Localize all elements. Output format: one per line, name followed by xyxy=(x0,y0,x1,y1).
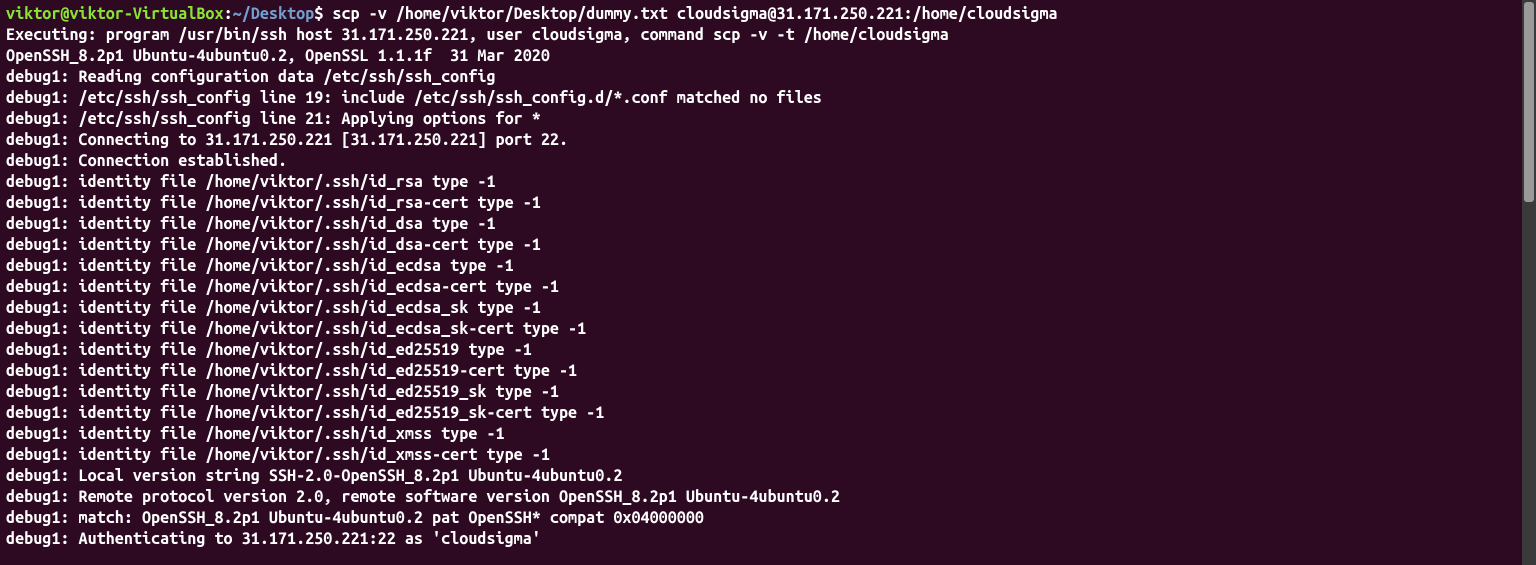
terminal-line: debug1: /etc/ssh/ssh_config line 21: App… xyxy=(6,110,541,128)
terminal-line: debug1: Connection established. xyxy=(6,152,287,170)
terminal-line: debug1: identity file /home/viktor/.ssh/… xyxy=(6,299,541,317)
prompt-line: viktor@viktor-VirtualBox:~/Desktop$ scp … xyxy=(6,5,1058,23)
prompt-colon: : xyxy=(224,5,233,23)
prompt-user-host: viktor@viktor-VirtualBox xyxy=(6,5,224,23)
terminal-line: debug1: Local version string SSH-2.0-Ope… xyxy=(6,467,622,485)
scrollbar-thumb[interactable] xyxy=(1524,2,1534,202)
terminal-line: OpenSSH_8.2p1 Ubuntu-4ubuntu0.2, OpenSSL… xyxy=(6,47,550,65)
terminal-line: debug1: identity file /home/viktor/.ssh/… xyxy=(6,320,586,338)
command-text: scp -v /home/viktor/Desktop/dummy.txt cl… xyxy=(323,5,1057,23)
terminal-line: debug1: identity file /home/viktor/.ssh/… xyxy=(6,425,505,443)
terminal-line: debug1: identity file /home/viktor/.ssh/… xyxy=(6,383,559,401)
terminal-line: debug1: identity file /home/viktor/.ssh/… xyxy=(6,236,541,254)
terminal-line: debug1: match: OpenSSH_8.2p1 Ubuntu-4ubu… xyxy=(6,509,704,527)
terminal-line: debug1: identity file /home/viktor/.ssh/… xyxy=(6,173,496,191)
terminal-line: debug1: Reading configuration data /etc/… xyxy=(6,68,496,86)
terminal-line: debug1: Authenticating to 31.171.250.221… xyxy=(6,530,541,548)
prompt-path: ~/Desktop xyxy=(233,5,315,23)
terminal-line: debug1: identity file /home/viktor/.ssh/… xyxy=(6,257,514,275)
terminal-line: debug1: identity file /home/viktor/.ssh/… xyxy=(6,215,496,233)
terminal-line: debug1: identity file /home/viktor/.ssh/… xyxy=(6,446,550,464)
terminal-line: debug1: Connecting to 31.171.250.221 [31… xyxy=(6,131,568,149)
prompt-dollar: $ xyxy=(314,5,323,23)
terminal-output[interactable]: viktor@viktor-VirtualBox:~/Desktop$ scp … xyxy=(0,0,1522,565)
terminal-line: debug1: Remote protocol version 2.0, rem… xyxy=(6,488,840,506)
terminal-line: Executing: program /usr/bin/ssh host 31.… xyxy=(6,26,949,44)
terminal-line: debug1: identity file /home/viktor/.ssh/… xyxy=(6,341,532,359)
scrollbar-track[interactable] xyxy=(1522,0,1536,565)
terminal-line: debug1: /etc/ssh/ssh_config line 19: inc… xyxy=(6,89,822,107)
terminal-line: debug1: identity file /home/viktor/.ssh/… xyxy=(6,278,559,296)
terminal-line: debug1: identity file /home/viktor/.ssh/… xyxy=(6,362,577,380)
terminal-line: debug1: identity file /home/viktor/.ssh/… xyxy=(6,404,604,422)
terminal-line: debug1: identity file /home/viktor/.ssh/… xyxy=(6,194,541,212)
